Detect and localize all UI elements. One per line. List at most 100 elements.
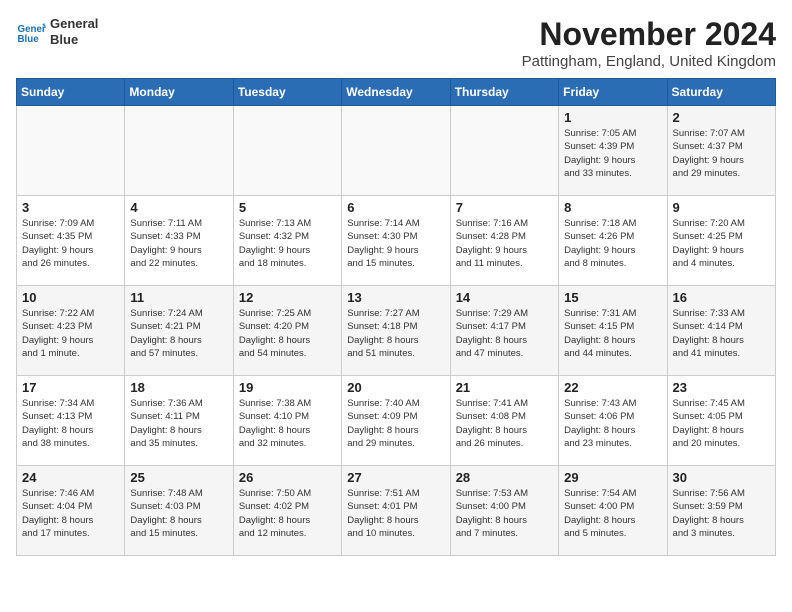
title-area: November 2024 Pattingham, England, Unite… [522,16,776,70]
day-number: 28 [456,470,553,485]
day-info: Sunrise: 7:48 AM Sunset: 4:03 PM Dayligh… [130,487,227,540]
day-info: Sunrise: 7:18 AM Sunset: 4:26 PM Dayligh… [564,217,661,270]
day-info: Sunrise: 7:54 AM Sunset: 4:00 PM Dayligh… [564,487,661,540]
day-info: Sunrise: 7:11 AM Sunset: 4:33 PM Dayligh… [130,217,227,270]
day-number: 2 [673,110,770,125]
calendar-cell: 6 Sunrise: 7:14 AM Sunset: 4:30 PM Daylig… [342,196,450,286]
calendar-cell: 7Sunrise: 7:16 AM Sunset: 4:28 PM Daylig… [450,196,558,286]
day-number: 12 [239,290,336,305]
calendar-cell: 8 Sunrise: 7:18 AM Sunset: 4:26 PM Daylig… [559,196,667,286]
day-number: 4 [130,200,227,215]
day-info: Sunrise: 7:43 AM Sunset: 4:06 PM Dayligh… [564,397,661,450]
calendar-cell: 24 Sunrise: 7:46 AM Sunset: 4:04 PM Dayli… [17,466,125,556]
week-row-4: 17 Sunrise: 7:34 AM Sunset: 4:13 PM Dayli… [17,376,776,466]
day-number: 6 [347,200,444,215]
day-number: 30 [673,470,770,485]
calendar-cell: 5 Sunrise: 7:13 AM Sunset: 4:32 PM Daylig… [233,196,341,286]
day-number: 3 [22,200,119,215]
day-info: Sunrise: 7:34 AM Sunset: 4:13 PM Dayligh… [22,397,119,450]
calendar-cell: 1 Sunrise: 7:05 AM Sunset: 4:39 PM Daylig… [559,106,667,196]
day-info: Sunrise: 7:29 AM Sunset: 4:17 PM Dayligh… [456,307,553,360]
day-info: Sunrise: 7:07 AM Sunset: 4:37 PM Dayligh… [673,127,770,180]
day-number: 24 [22,470,119,485]
day-number: 29 [564,470,661,485]
calendar-cell [125,106,233,196]
logo-text: General Blue [50,16,98,47]
day-number: 18 [130,380,227,395]
calendar-cell: 12 Sunrise: 7:25 AM Sunset: 4:20 PM Dayli… [233,286,341,376]
weekday-header-thursday: Thursday [450,79,558,106]
calendar-cell [450,106,558,196]
day-info: Sunrise: 7:20 AM Sunset: 4:25 PM Dayligh… [673,217,770,270]
calendar-cell: 25 Sunrise: 7:48 AM Sunset: 4:03 PM Dayli… [125,466,233,556]
day-info: Sunrise: 7:05 AM Sunset: 4:39 PM Dayligh… [564,127,661,180]
day-number: 5 [239,200,336,215]
day-info: Sunrise: 7:50 AM Sunset: 4:02 PM Dayligh… [239,487,336,540]
calendar-cell: 28 Sunrise: 7:53 AM Sunset: 4:00 PM Dayli… [450,466,558,556]
day-number: 20 [347,380,444,395]
calendar-cell: 10 Sunrise: 7:22 AM Sunset: 4:23 PM Dayli… [17,286,125,376]
calendar-cell: 30 Sunrise: 7:56 AM Sunset: 3:59 PM Dayli… [667,466,775,556]
calendar-cell [17,106,125,196]
day-info: Sunrise: 7:14 AM Sunset: 4:30 PM Dayligh… [347,217,444,270]
day-number: 17 [22,380,119,395]
calendar-cell [342,106,450,196]
calendar-cell: 23 Sunrise: 7:45 AM Sunset: 4:05 PM Dayli… [667,376,775,466]
calendar-cell [233,106,341,196]
day-info: Sunrise: 7:56 AM Sunset: 3:59 PM Dayligh… [673,487,770,540]
calendar-cell: 26 Sunrise: 7:50 AM Sunset: 4:02 PM Dayli… [233,466,341,556]
calendar-cell: 3 Sunrise: 7:09 AM Sunset: 4:35 PM Daylig… [17,196,125,286]
location-subtitle: Pattingham, England, United Kingdom [522,53,776,70]
day-number: 1 [564,110,661,125]
day-number: 16 [673,290,770,305]
day-info: Sunrise: 7:38 AM Sunset: 4:10 PM Dayligh… [239,397,336,450]
week-row-1: 1 Sunrise: 7:05 AM Sunset: 4:39 PM Daylig… [17,106,776,196]
calendar-table: SundayMondayTuesdayWednesdayThursdayFrid… [16,78,776,556]
day-number: 7 [456,200,553,215]
day-number: 11 [130,290,227,305]
weekday-header-sunday: Sunday [17,79,125,106]
day-number: 25 [130,470,227,485]
calendar-cell: 27Sunrise: 7:51 AM Sunset: 4:01 PM Dayli… [342,466,450,556]
calendar-cell: 16 Sunrise: 7:33 AM Sunset: 4:14 PM Dayli… [667,286,775,376]
logo: General Blue General Blue [16,16,98,47]
day-number: 10 [22,290,119,305]
day-number: 8 [564,200,661,215]
week-row-5: 24 Sunrise: 7:46 AM Sunset: 4:04 PM Dayli… [17,466,776,556]
day-info: Sunrise: 7:31 AM Sunset: 4:15 PM Dayligh… [564,307,661,360]
day-info: Sunrise: 7:13 AM Sunset: 4:32 PM Dayligh… [239,217,336,270]
day-number: 26 [239,470,336,485]
day-number: 21 [456,380,553,395]
day-number: 15 [564,290,661,305]
calendar-cell: 22Sunrise: 7:43 AM Sunset: 4:06 PM Dayli… [559,376,667,466]
day-info: Sunrise: 7:46 AM Sunset: 4:04 PM Dayligh… [22,487,119,540]
day-info: Sunrise: 7:25 AM Sunset: 4:20 PM Dayligh… [239,307,336,360]
weekday-header-row: SundayMondayTuesdayWednesdayThursdayFrid… [17,79,776,106]
calendar-cell: 17 Sunrise: 7:34 AM Sunset: 4:13 PM Dayli… [17,376,125,466]
calendar-cell: 15 Sunrise: 7:31 AM Sunset: 4:15 PM Dayli… [559,286,667,376]
calendar-cell: 14Sunrise: 7:29 AM Sunset: 4:17 PM Dayli… [450,286,558,376]
weekday-header-friday: Friday [559,79,667,106]
calendar-cell: 29 Sunrise: 7:54 AM Sunset: 4:00 PM Dayli… [559,466,667,556]
week-row-3: 10 Sunrise: 7:22 AM Sunset: 4:23 PM Dayli… [17,286,776,376]
weekday-header-saturday: Saturday [667,79,775,106]
month-title: November 2024 [522,16,776,53]
day-info: Sunrise: 7:51 AM Sunset: 4:01 PM Dayligh… [347,487,444,540]
weekday-header-monday: Monday [125,79,233,106]
day-info: Sunrise: 7:40 AM Sunset: 4:09 PM Dayligh… [347,397,444,450]
weekday-header-wednesday: Wednesday [342,79,450,106]
day-info: Sunrise: 7:33 AM Sunset: 4:14 PM Dayligh… [673,307,770,360]
day-info: Sunrise: 7:09 AM Sunset: 4:35 PM Dayligh… [22,217,119,270]
day-number: 23 [673,380,770,395]
calendar-cell: 11Sunrise: 7:24 AM Sunset: 4:21 PM Dayli… [125,286,233,376]
day-info: Sunrise: 7:22 AM Sunset: 4:23 PM Dayligh… [22,307,119,360]
day-info: Sunrise: 7:45 AM Sunset: 4:05 PM Dayligh… [673,397,770,450]
day-info: Sunrise: 7:27 AM Sunset: 4:18 PM Dayligh… [347,307,444,360]
calendar-cell: 18Sunrise: 7:36 AM Sunset: 4:11 PM Dayli… [125,376,233,466]
calendar-cell: 19 Sunrise: 7:38 AM Sunset: 4:10 PM Dayli… [233,376,341,466]
day-info: Sunrise: 7:53 AM Sunset: 4:00 PM Dayligh… [456,487,553,540]
day-number: 19 [239,380,336,395]
calendar-cell: 13Sunrise: 7:27 AM Sunset: 4:18 PM Dayli… [342,286,450,376]
week-row-2: 3 Sunrise: 7:09 AM Sunset: 4:35 PM Daylig… [17,196,776,286]
weekday-header-tuesday: Tuesday [233,79,341,106]
